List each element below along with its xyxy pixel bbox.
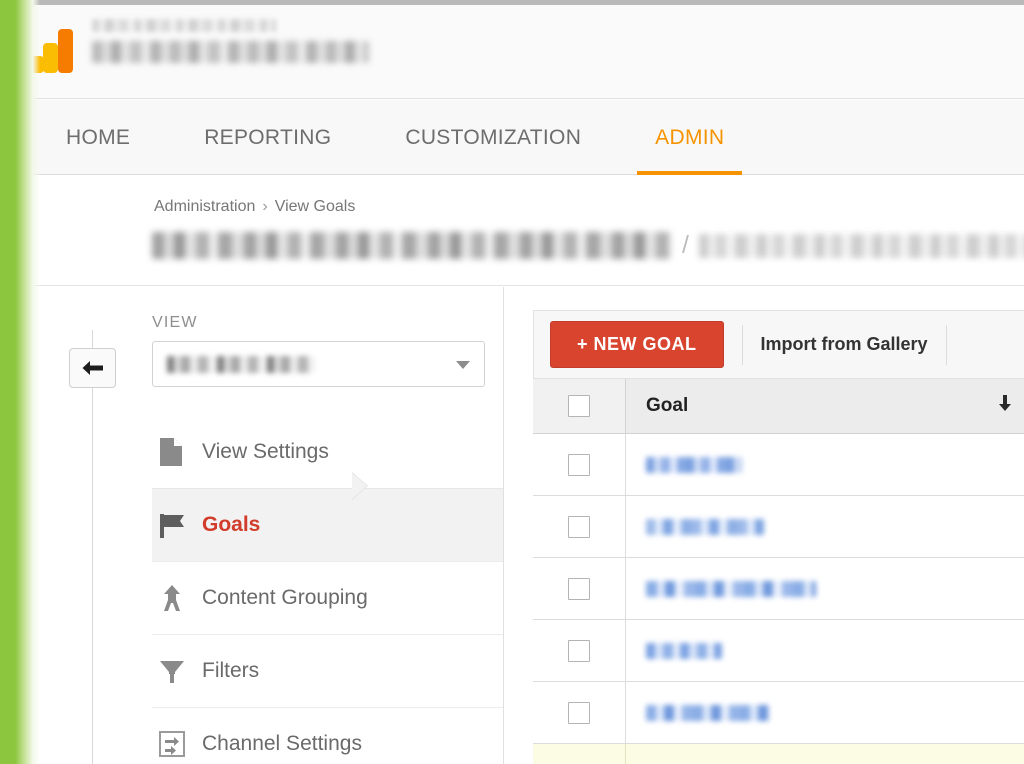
goal-name-cell [626,496,1024,557]
goal-name-link-redacted[interactable] [646,519,764,535]
table-row[interactable] [533,558,1024,620]
sort-descending-arrow[interactable] [998,394,1012,418]
masthead-account-titles [92,19,369,63]
flag-icon [158,510,202,540]
back-arrow-icon [80,358,106,378]
sidebar-item-label: Goals [202,513,260,537]
funnel-icon [158,657,202,685]
goal-name-cell [626,620,1024,681]
nav-item-admin[interactable]: ADMIN [637,100,742,175]
row-select-cell [533,496,626,557]
content-grouping-icon [158,583,202,613]
row-select-cell [533,434,626,495]
nav-label: ADMIN [655,126,724,150]
breadcrumb: Administration › View Goals [154,198,355,216]
column-header-label: Goal [646,395,688,417]
table-header-row: Goal [533,379,1024,434]
goal-name-link-redacted[interactable] [646,705,770,721]
sidebar-item-label: Filters [202,659,259,683]
primary-nav: HOME REPORTING CUSTOMIZATION ADMIN [22,100,1024,175]
row-checkbox[interactable] [568,702,590,724]
nav-label: REPORTING [204,126,331,150]
channel-settings-icon [158,730,202,758]
sidebar-item-channel-settings[interactable]: Channel Settings [152,707,503,764]
new-goal-button[interactable]: + NEW GOAL [550,321,724,368]
row-select-cell [533,620,626,681]
left-accent-bar [0,0,40,764]
account-url-redacted [92,19,276,32]
sidebar-item-filters[interactable]: Filters [152,634,503,707]
row-checkbox[interactable] [568,578,590,600]
goal-name-cell [626,744,1024,764]
goal-name-cell [626,558,1024,619]
goals-panel: + NEW GOAL Import from Gallery Goal [533,310,1024,764]
row-select-cell [533,558,626,619]
breadcrumb-zone: Administration › View Goals / [22,176,1024,286]
select-all-checkbox[interactable] [568,395,590,417]
select-all-cell [533,379,626,433]
goals-toolbar: + NEW GOAL Import from Gallery [533,310,1024,379]
nav-item-customization[interactable]: CUSTOMIZATION [387,100,599,175]
goal-name-link-redacted[interactable] [646,581,816,597]
goal-name-cell [626,682,1024,743]
sidebar-item-content-grouping[interactable]: Content Grouping [152,561,503,634]
property-name-redacted [92,41,369,63]
goals-table: Goal [533,379,1024,764]
sidebar-item-label: Content Grouping [202,586,368,610]
table-row[interactable] [533,620,1024,682]
google-analytics-admin-page: HOME REPORTING CUSTOMIZATION ADMIN Admin… [0,0,1024,764]
toolbar-divider [742,325,743,365]
import-from-gallery-button[interactable]: Import from Gallery [761,334,928,355]
page-title-account-redacted [152,232,672,259]
view-label: VIEW [152,314,198,332]
back-button[interactable] [69,348,116,388]
goal-name-cell [626,434,1024,495]
nav-label: HOME [66,126,130,150]
page-title-separator: / [682,231,689,260]
table-row[interactable] [533,434,1024,496]
table-row[interactable] [533,682,1024,744]
chevron-down-icon [456,361,470,369]
masthead [22,5,1024,99]
breadcrumb-view-goals: View Goals [275,198,356,215]
page-title: / [152,231,1024,260]
page-title-property-redacted [699,234,1024,258]
view-select[interactable] [152,341,485,387]
toolbar-divider [946,325,947,365]
row-checkbox[interactable] [568,640,590,662]
row-checkbox[interactable] [568,454,590,476]
sidebar-item-goals[interactable]: Goals [152,488,503,561]
goal-name-link-redacted[interactable] [646,643,722,659]
row-select-cell [533,682,626,743]
breadcrumb-separator: › [262,198,267,215]
nav-item-home[interactable]: HOME [48,100,148,175]
row-select-cell [533,744,626,764]
selected-item-pointer [352,473,367,499]
sidebar-item-view-settings[interactable]: View Settings [152,415,503,488]
view-settings-column: VIEW View Settings [132,287,504,764]
sidebar-item-label: Channel Settings [202,732,362,756]
settings-rail [92,330,93,764]
table-row[interactable] [533,496,1024,558]
goal-name-link-redacted[interactable] [646,457,742,473]
nav-label: CUSTOMIZATION [405,126,581,150]
breadcrumb-administration[interactable]: Administration [154,198,255,215]
table-row[interactable] [533,744,1024,764]
column-header-goal[interactable]: Goal [626,379,1024,433]
document-icon [158,437,202,467]
sidebar-item-label: View Settings [202,440,329,464]
view-select-value-redacted [167,356,315,373]
view-menu: View Settings Goals Co [152,415,503,764]
row-checkbox[interactable] [568,516,590,538]
nav-item-reporting[interactable]: REPORTING [186,100,349,175]
